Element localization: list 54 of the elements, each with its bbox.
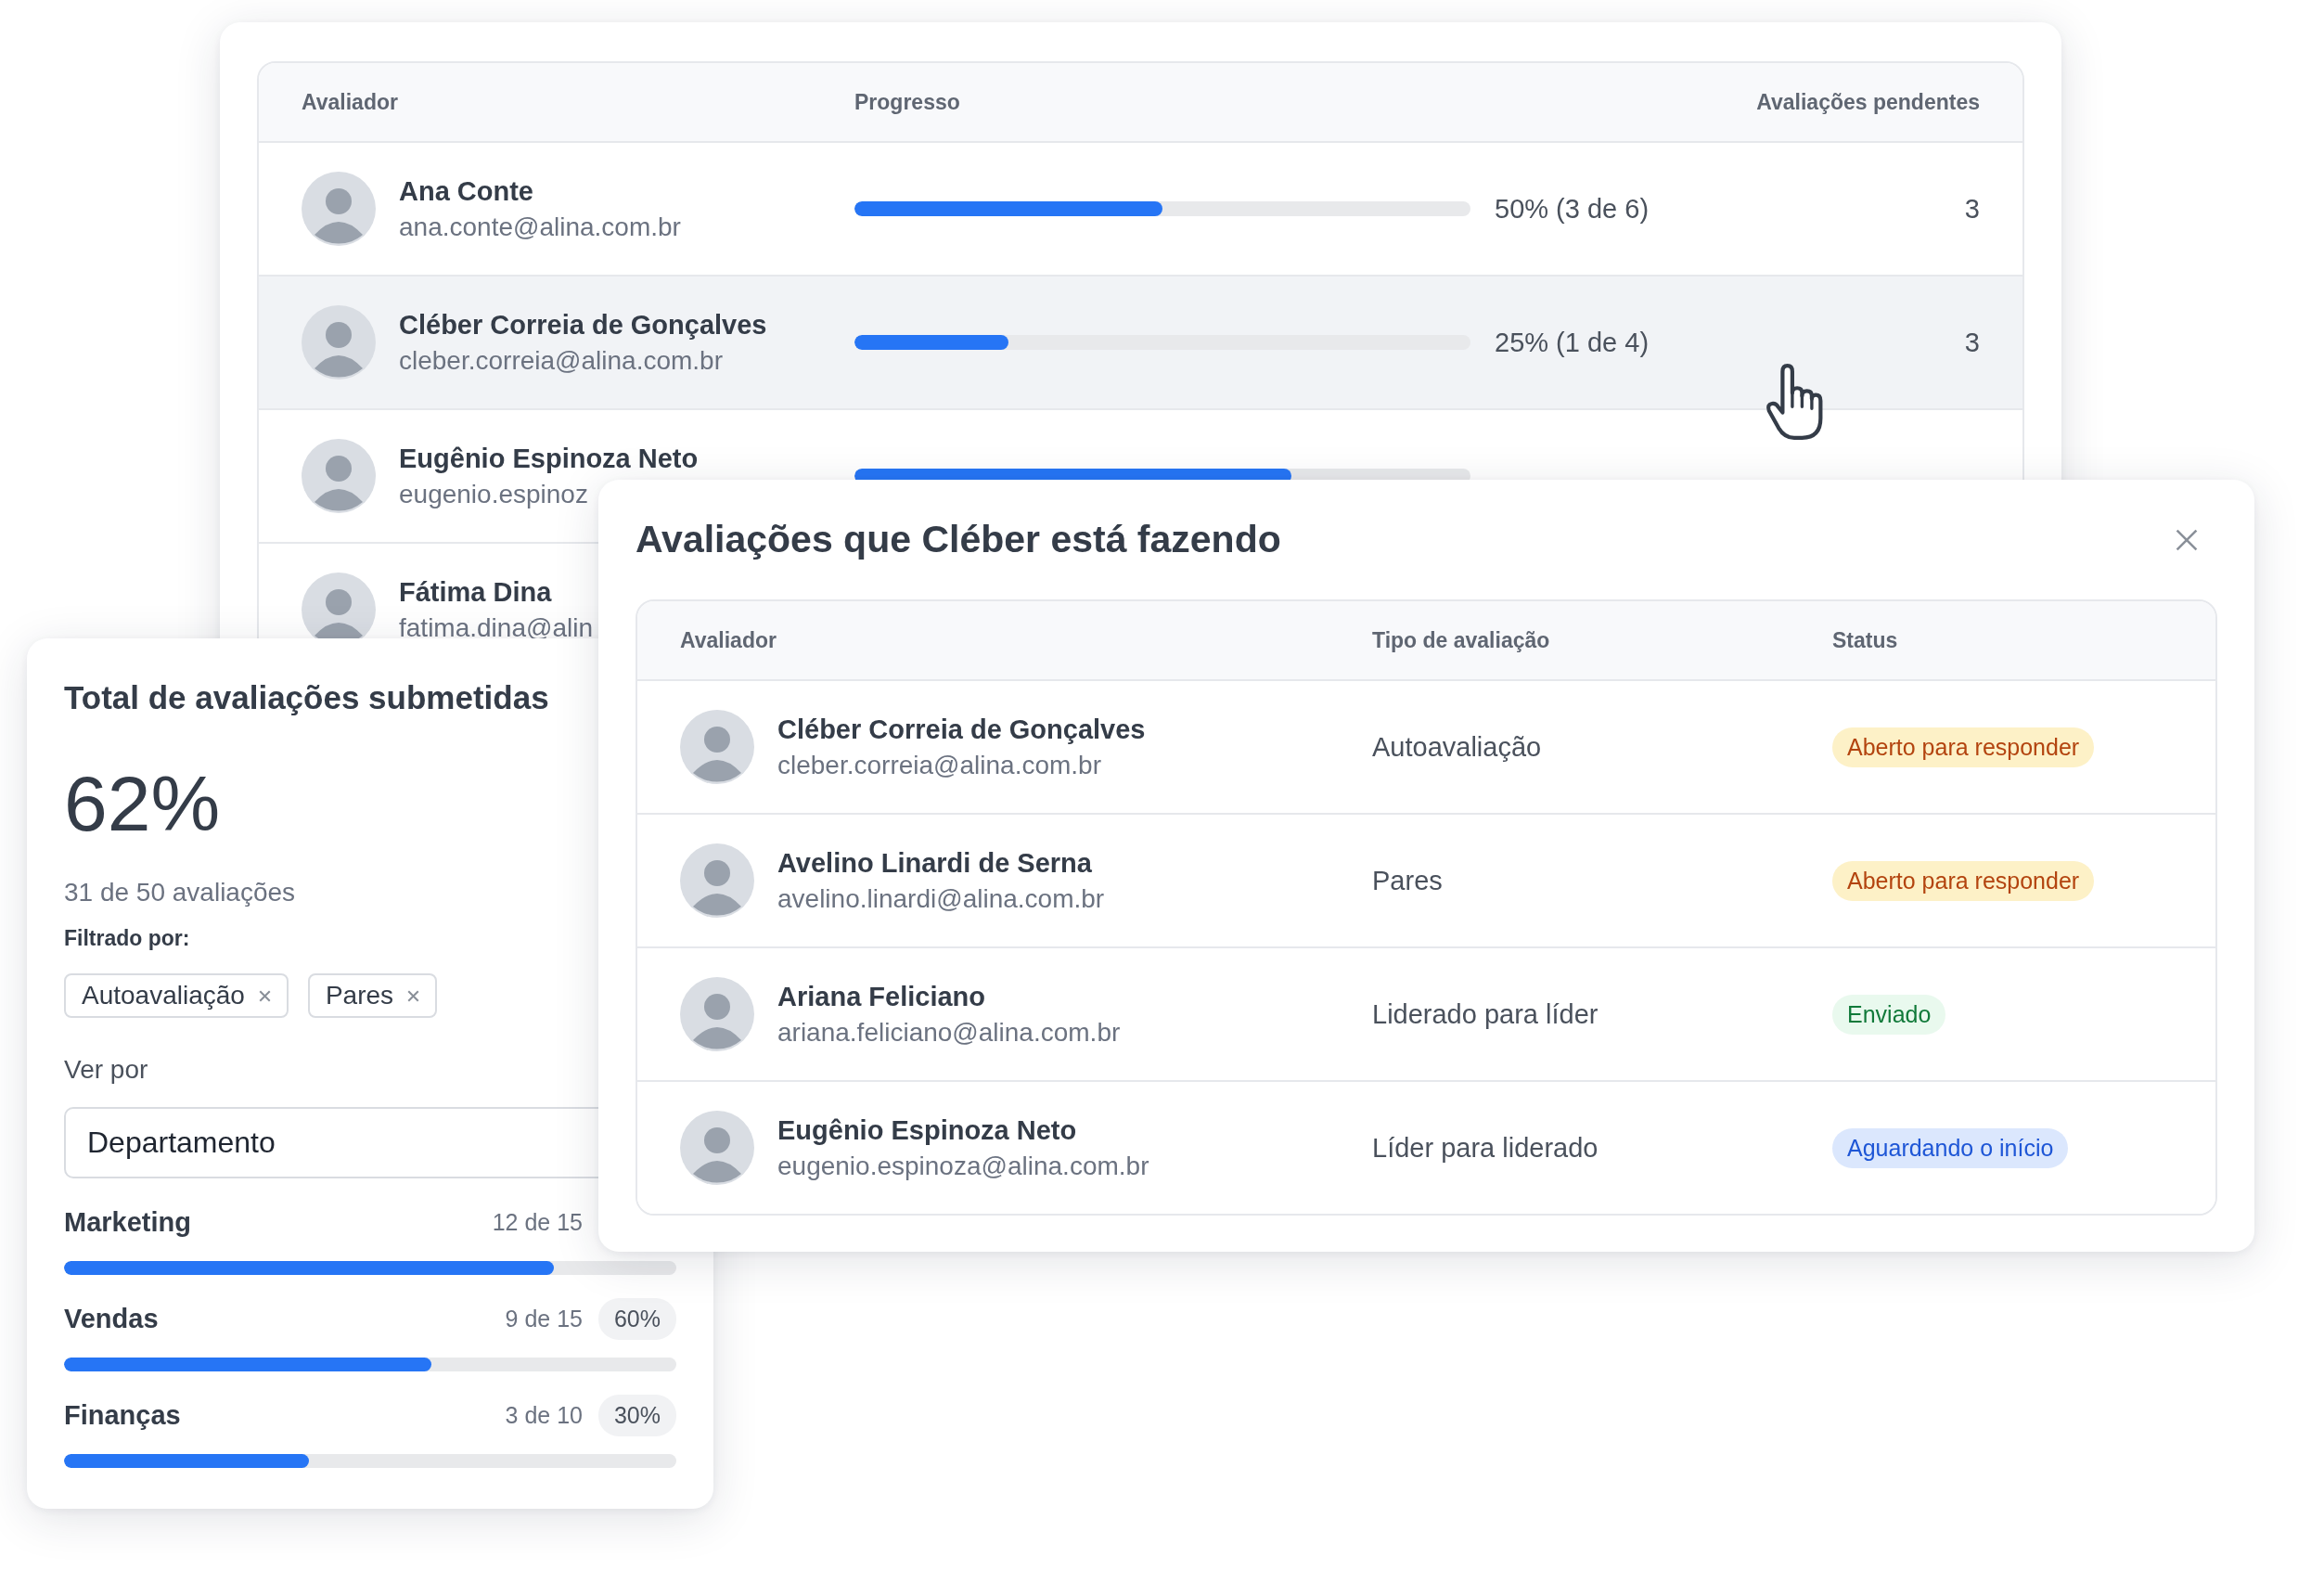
status-badge: Enviado: [1832, 994, 1946, 1035]
person-email: cleber.correia@alina.com.br: [399, 345, 724, 376]
filter-chip[interactable]: Pares: [307, 973, 438, 1018]
person-name: Avelino Linardi de Serna: [777, 847, 1093, 879]
person-name: Cléber Correia de Gonçalves: [399, 309, 767, 341]
progress-label: 25% (1 de 4): [1495, 327, 1650, 358]
total-count: 31 de 50 avaliações: [64, 878, 297, 907]
pending-count: 3: [1963, 327, 1981, 358]
status-badge: Aguardando o início: [1832, 1127, 2069, 1168]
department-count: 9 de 15: [505, 1305, 583, 1332]
department-count: 3 de 10: [505, 1401, 583, 1429]
close-icon[interactable]: [406, 988, 421, 1003]
person-name: Eugênio Espinoza Neto: [399, 443, 699, 474]
percent-pill: 60%: [597, 1297, 676, 1340]
person-name: Ana Conte: [399, 175, 534, 207]
evaluation-type: Liderado para líder: [1372, 998, 1599, 1030]
person-email: ariana.feliciano@alina.com.br: [777, 1017, 1121, 1048]
person-name: Fátima Dina: [399, 576, 553, 608]
person-name: Eugênio Espinoza Neto: [777, 1114, 1078, 1146]
column-header: Avaliador: [679, 627, 777, 653]
view-by-label: Ver por: [64, 1055, 149, 1085]
column-header: Status: [1832, 627, 1899, 653]
column-header: Avaliador: [301, 89, 399, 115]
evaluation-type: Líder para liderado: [1372, 1132, 1599, 1164]
progress-label: 50% (3 de 6): [1495, 193, 1650, 225]
close-icon[interactable]: [257, 988, 272, 1003]
column-header: Tipo de avaliação: [1372, 627, 1551, 653]
person-name: Cléber Correia de Gonçalves: [777, 714, 1146, 745]
card-title: Total de avaliações submetidas: [64, 679, 550, 716]
person-email: eugenio.espinoz: [399, 479, 589, 509]
department-name: Marketing: [64, 1206, 192, 1238]
evaluation-type: Autoavaliação: [1372, 731, 1543, 763]
status-badge: Aberto para responder: [1832, 860, 2095, 901]
evaluator-row[interactable]: Cléber Correia de Gonçalves cleber.correia@alina.com.br 25% (1 de 4) 3: [259, 277, 2022, 410]
person-email: ana.conte@alina.com.br: [399, 212, 681, 242]
person-email: cleber.correia@alina.com.br: [777, 750, 1102, 780]
person-email: avelino.linardi@alina.com.br: [777, 883, 1105, 914]
hand-cursor-icon: [1765, 364, 1824, 442]
percent-pill: 30%: [597, 1394, 676, 1436]
status-badge: Aberto para responder: [1832, 727, 2095, 767]
pending-count: 3: [1963, 193, 1981, 225]
column-header: Avaliações pendentes: [1755, 89, 1981, 115]
total-percent: 62%: [64, 765, 222, 843]
evaluation-type: Pares: [1372, 865, 1444, 896]
person-email: eugenio.espinoza@alina.com.br: [777, 1151, 1149, 1181]
person-name: Ariana Feliciano: [777, 981, 986, 1012]
close-icon[interactable]: [2175, 527, 2199, 552]
filter-chip[interactable]: Autoavaliação: [64, 973, 289, 1018]
department-name: Finanças: [64, 1399, 182, 1431]
column-header: Progresso: [854, 89, 961, 115]
department-count: 12 de 15: [492, 1208, 583, 1236]
person-email: fatima.dina@alin: [399, 612, 593, 643]
filter-label: Filtrado por:: [64, 926, 191, 951]
department-name: Vendas: [64, 1303, 160, 1334]
